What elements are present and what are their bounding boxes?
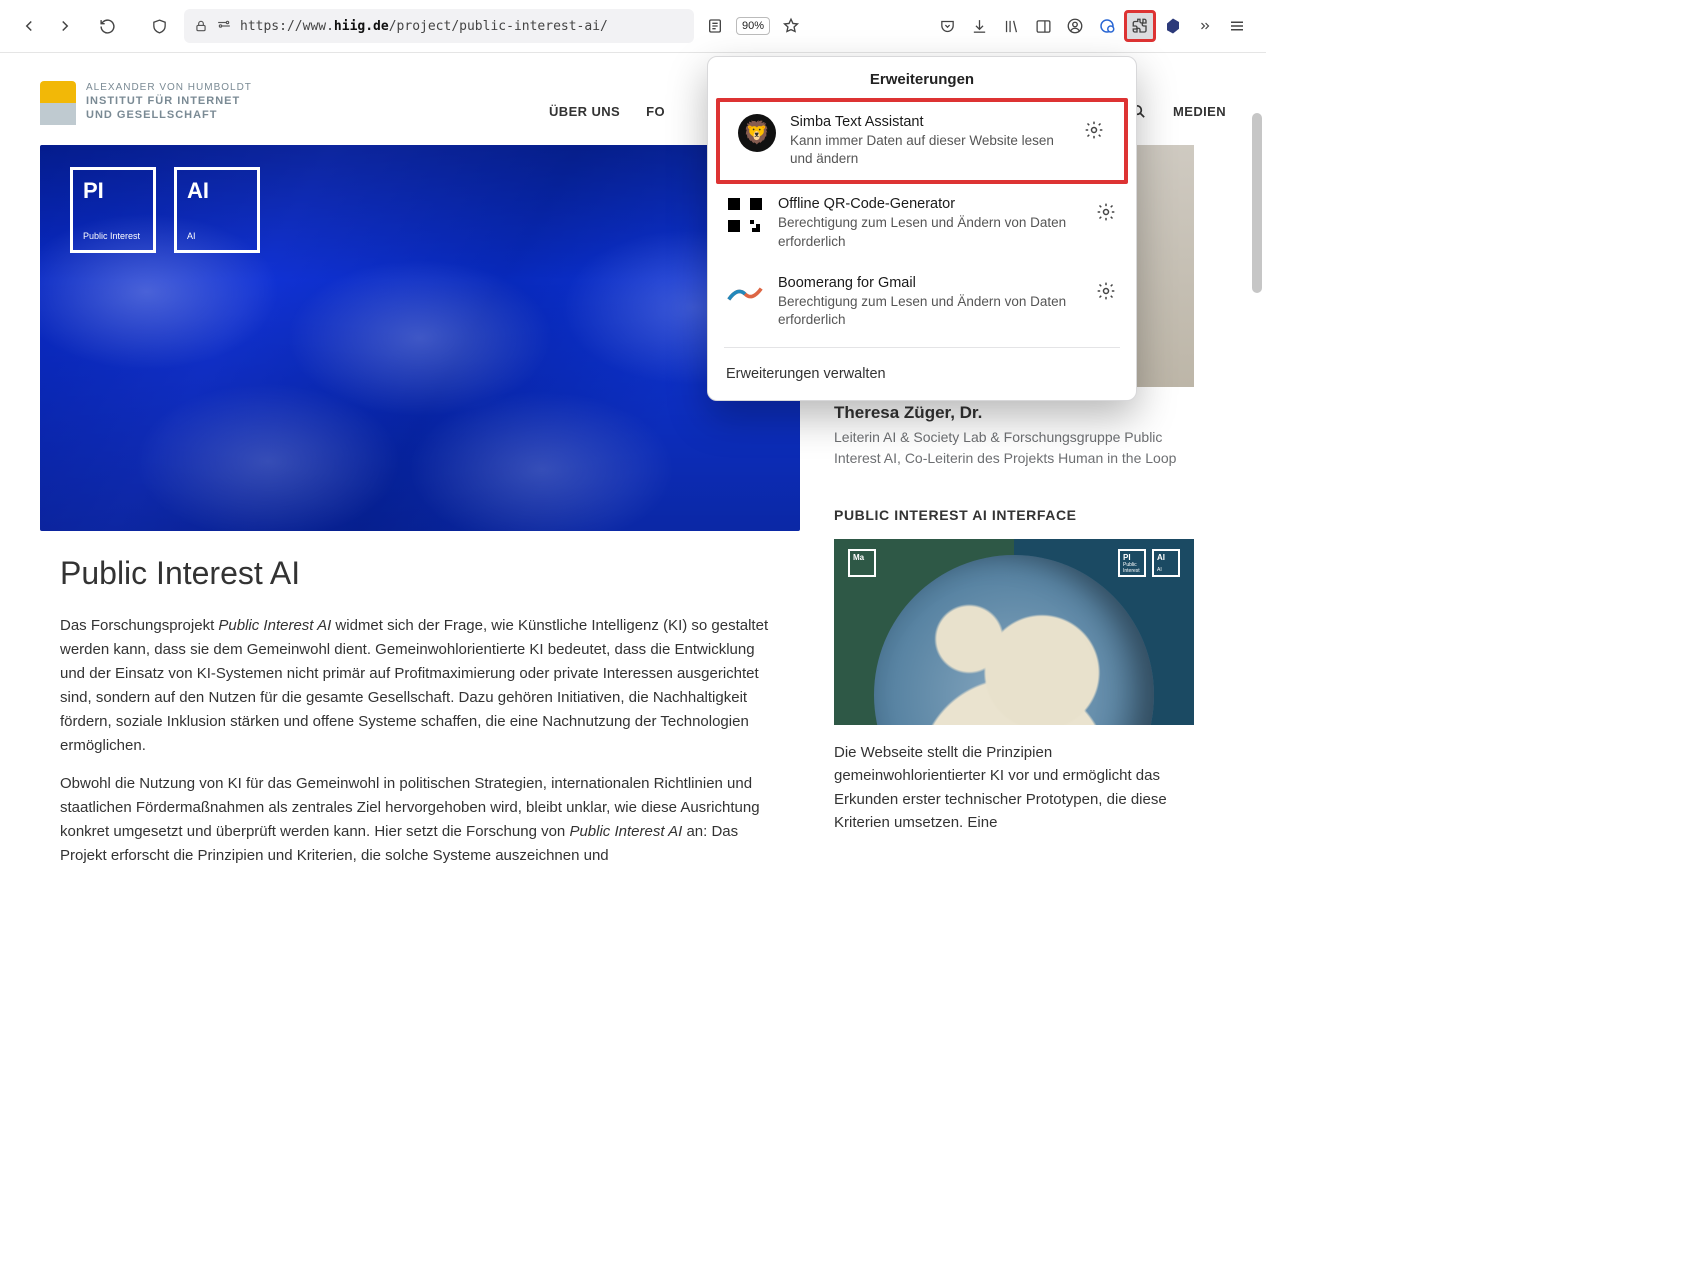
sidebar-text: Die Webseite stellt die Prinzipien gemei… [834,741,1194,834]
hero-badge-pi: PIPublic Interest [70,167,156,253]
main-column: PIPublic Interest AIAI Public Interest A… [40,145,800,882]
sidebar-icon[interactable] [1028,11,1058,41]
logo-crest-icon [40,81,76,125]
extension-name: Offline QR-Code-Generator [778,196,1082,212]
extension-item-boomerang[interactable]: Boomerang for Gmail Berechtigung zum Les… [708,263,1136,341]
gear-icon[interactable] [1096,281,1118,301]
browser-toolbar: https://www.hiig.de/project/public-inter… [0,0,1266,53]
page-title: Public Interest AI [60,555,780,592]
gear-icon[interactable] [1084,120,1106,140]
zoom-badge[interactable]: 90% [736,17,770,35]
extensions-popup-title: Erweiterungen [708,57,1136,98]
overflow-icon[interactable] [1190,11,1220,41]
downloads-icon[interactable] [964,11,994,41]
sidebar-image[interactable]: Ma PIPublic Interest AIAI [834,539,1194,725]
reader-mode-icon[interactable] [700,11,730,41]
simba-icon: 🦁 [738,114,776,152]
back-button[interactable] [14,11,44,41]
permissions-icon[interactable] [216,19,232,33]
shield-icon[interactable] [144,11,174,41]
boomerang-icon [726,275,764,313]
scrollbar[interactable] [1252,113,1262,293]
container-icon[interactable] [1092,11,1122,41]
extensions-popup: Erweiterungen 🦁 Simba Text Assistant Kan… [707,56,1137,401]
pocket-icon[interactable] [932,11,962,41]
logo-text: ALEXANDER VON HUMBOLDT INSTITUT FÜR INTE… [86,81,252,123]
url-text: https://www.hiig.de/project/public-inter… [240,19,608,34]
gear-icon[interactable] [1096,202,1118,222]
person-name: Theresa Züger, Dr. [834,403,1194,423]
manage-extensions-link[interactable]: Erweiterungen verwalten [708,354,1136,396]
divider [724,347,1120,348]
mini-badge: PIPublic Interest [1118,549,1146,577]
extension-item-simba[interactable]: 🦁 Simba Text Assistant Kann immer Daten … [716,98,1128,184]
extension-description: Berechtigung zum Lesen und Ändern von Da… [778,293,1082,329]
extensions-button[interactable] [1124,10,1156,42]
library-icon[interactable] [996,11,1026,41]
hexagon-ext-icon[interactable] [1158,11,1188,41]
extension-name: Simba Text Assistant [790,114,1070,130]
mini-badge: AIAI [1152,549,1180,577]
sidebar-block-title: PUBLIC INTEREST AI INTERFACE [834,507,1194,523]
nav-item-medien[interactable]: MEDIEN [1173,104,1226,119]
article-body: Das Forschungsprojekt Public Interest AI… [60,614,780,868]
forward-button[interactable] [50,11,80,41]
extension-item-qr[interactable]: Offline QR-Code-Generator Berechtigung z… [708,184,1136,262]
mini-badge: Ma [848,549,876,577]
hamburger-menu-icon[interactable] [1222,11,1252,41]
extension-name: Boomerang for Gmail [778,275,1082,291]
qr-icon [726,196,764,234]
site-logo[interactable]: ALEXANDER VON HUMBOLDT INSTITUT FÜR INTE… [40,81,252,125]
nav-item-forschung[interactable]: FO [646,104,665,119]
hero-badge-ai: AIAI [174,167,260,253]
nav-item-ueber-uns[interactable]: ÜBER UNS [549,104,620,119]
extension-description: Berechtigung zum Lesen und Ändern von Da… [778,214,1082,250]
extension-description: Kann immer Daten auf dieser Website lese… [790,132,1070,168]
url-bar[interactable]: https://www.hiig.de/project/public-inter… [184,9,694,43]
lock-icon [194,19,208,33]
account-icon[interactable] [1060,11,1090,41]
reload-button[interactable] [92,11,122,41]
hero-image: PIPublic Interest AIAI [40,145,800,531]
person-role: Leiterin AI & Society Lab & Forschungsgr… [834,427,1194,469]
bookmark-star-icon[interactable] [776,11,806,41]
